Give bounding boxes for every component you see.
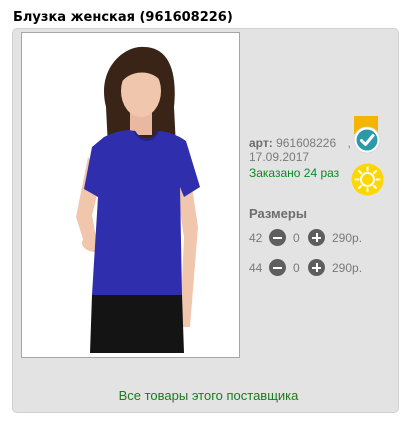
product-info: арт: 961608226 , 17.09.2017 Заказано 24 … <box>249 136 351 180</box>
minus-circle-icon[interactable] <box>269 259 286 276</box>
article-date: 17.09.2017 <box>249 150 310 164</box>
product-photo[interactable] <box>21 32 240 358</box>
article-separator: , <box>347 136 351 150</box>
ordered-count: Заказано 24 раз <box>249 166 340 180</box>
sizes-heading: Размеры <box>249 206 307 221</box>
size-value: 44 <box>249 261 263 275</box>
minus-circle-icon[interactable] <box>269 229 286 246</box>
quantity-value: 0 <box>293 261 300 275</box>
article-number: 961608226 <box>276 136 337 150</box>
product-title: Блузка женская (961608226) <box>13 10 233 25</box>
supplier-products-link[interactable]: Все товары этого поставщика <box>0 388 417 403</box>
sun-icon <box>351 163 384 196</box>
check-badge-icon <box>352 116 382 154</box>
article-label: арт: <box>249 136 273 150</box>
plus-circle-icon[interactable] <box>308 229 325 246</box>
size-price: 290р. <box>332 261 363 275</box>
size-value: 42 <box>249 231 263 245</box>
size-price: 290р. <box>332 231 363 245</box>
plus-circle-icon[interactable] <box>308 259 325 276</box>
quantity-value: 0 <box>293 231 300 245</box>
blouse-photo-image <box>26 37 235 353</box>
